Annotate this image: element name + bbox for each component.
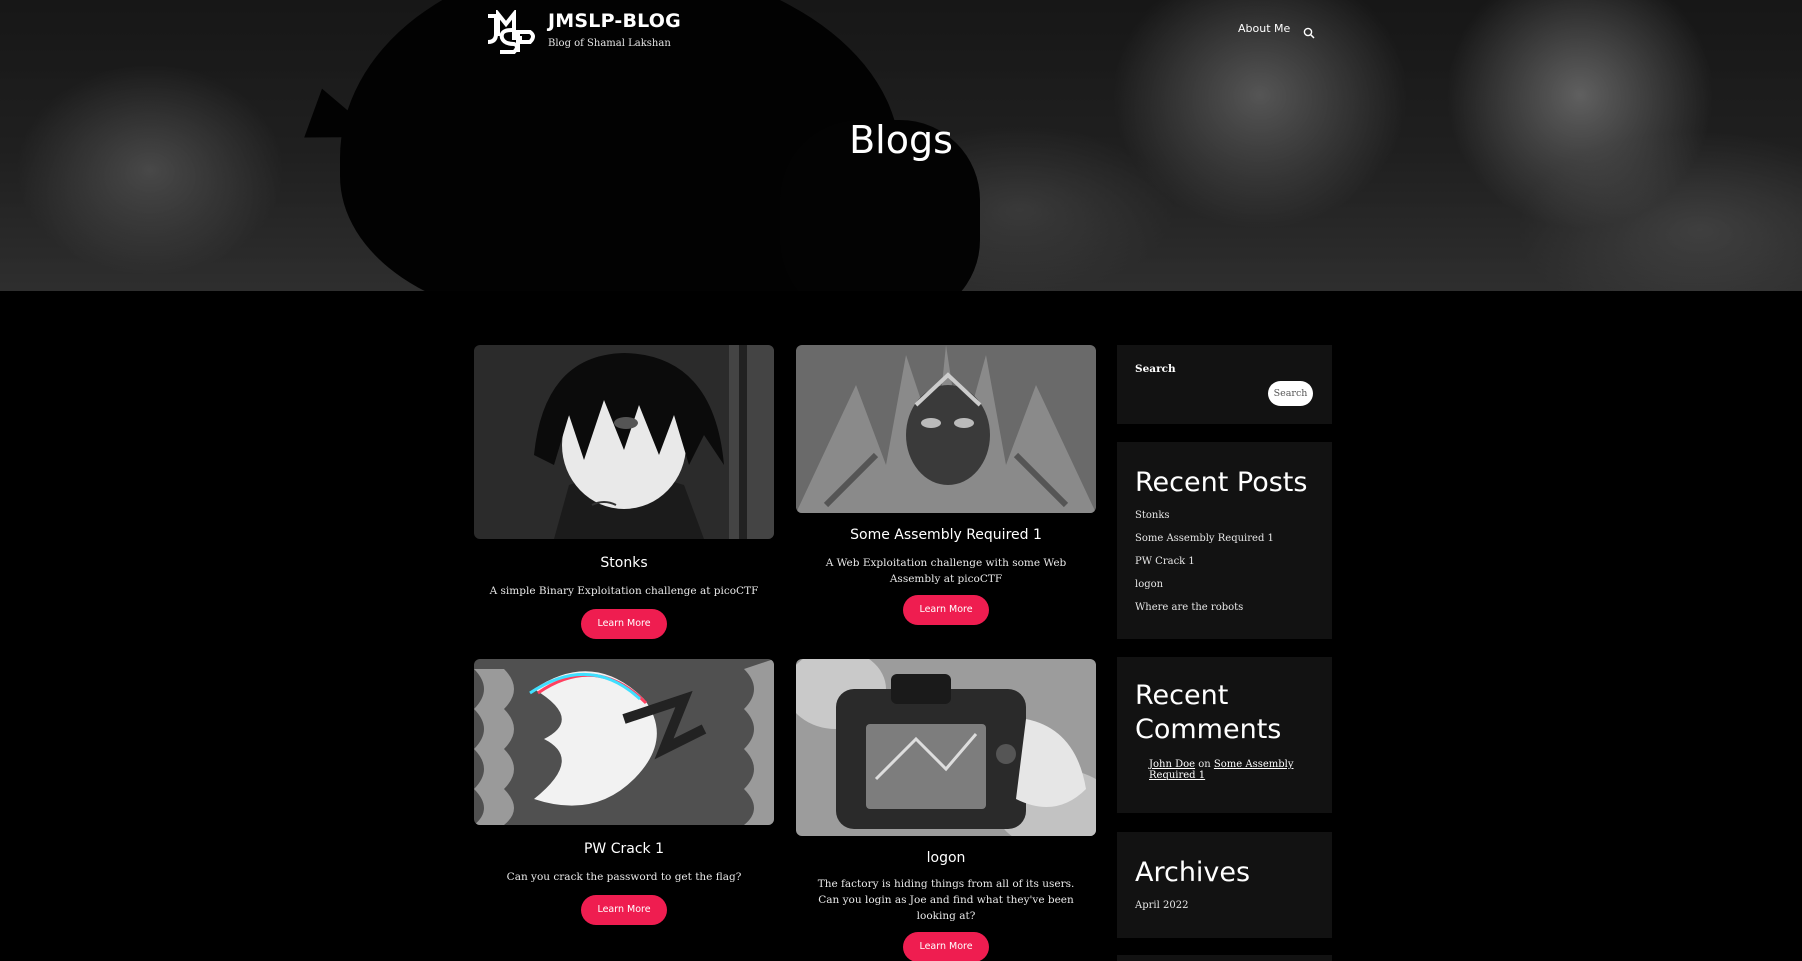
recent-post-link[interactable]: Where are the robots	[1135, 596, 1314, 619]
recent-post-link[interactable]: PW Crack 1	[1135, 550, 1314, 573]
post-description: The factory is hiding things from all of…	[817, 878, 1075, 922]
archives-list: April 2022	[1135, 894, 1314, 917]
comment-author-link[interactable]: John Doe	[1149, 759, 1195, 770]
page-title: Blogs	[849, 118, 953, 162]
recent-posts-list: Stonks Some Assembly Required 1 PW Crack…	[1135, 504, 1314, 619]
recent-posts-widget: Recent Posts Stonks Some Assembly Requir…	[1117, 442, 1332, 639]
site-title[interactable]: JMSLP-BLOG	[548, 10, 681, 32]
post-thumbnail[interactable]	[796, 659, 1096, 836]
post-title[interactable]: Some Assembly Required 1	[796, 527, 1096, 543]
comment-item: John Doe on Some Assembly Required 1	[1135, 759, 1314, 781]
recent-post-link[interactable]: logon	[1135, 573, 1314, 596]
learn-more-button[interactable]: Learn More	[903, 932, 989, 961]
recent-comments-title: Recent Comments	[1135, 680, 1282, 745]
nav-about-me[interactable]: About Me	[1238, 22, 1290, 35]
post-thumbnail[interactable]	[474, 659, 774, 825]
recent-comments-widget: Recent Comments John Doe on Some Assembl…	[1117, 657, 1332, 813]
post-image	[474, 659, 774, 825]
search-widget-title: Search	[1135, 363, 1176, 375]
logo-icon	[487, 8, 535, 54]
recent-post-link[interactable]: Stonks	[1135, 504, 1314, 527]
comment-on-text: on	[1198, 759, 1211, 770]
search-widget: Search Search	[1117, 345, 1332, 424]
archive-link[interactable]: April 2022	[1135, 894, 1314, 917]
learn-more-button[interactable]: Learn More	[581, 609, 667, 639]
archives-title: Archives	[1135, 857, 1251, 888]
post-thumbnail[interactable]	[474, 345, 774, 539]
post-card: Some Assembly Required 1 A Web Exploitat…	[796, 345, 1096, 625]
post-description: A simple Binary Exploitation challenge a…	[489, 585, 759, 597]
post-image	[796, 659, 1096, 836]
recent-post-link[interactable]: Some Assembly Required 1	[1135, 527, 1314, 550]
post-card: Stonks A simple Binary Exploitation chal…	[474, 345, 774, 639]
post-card: PW Crack 1 Can you crack the password to…	[474, 659, 774, 925]
post-title[interactable]: PW Crack 1	[474, 841, 774, 857]
site-logo[interactable]	[484, 8, 536, 54]
next-widget-edge	[1117, 955, 1332, 961]
hero-banner: JMSLP-BLOG Blog of Shamal Lakshan About …	[0, 0, 1802, 291]
post-image	[796, 345, 1096, 513]
post-title[interactable]: Stonks	[474, 555, 774, 571]
post-title[interactable]: logon	[796, 850, 1096, 866]
site-description: Blog of Shamal Lakshan	[548, 38, 671, 49]
post-image	[474, 345, 774, 539]
learn-more-button[interactable]: Learn More	[903, 595, 989, 625]
post-description: A Web Exploitation challenge with some W…	[825, 557, 1067, 585]
search-button[interactable]: Search	[1268, 381, 1313, 406]
archives-widget: Archives April 2022	[1117, 832, 1332, 938]
post-thumbnail[interactable]	[796, 345, 1096, 513]
post-description: Can you crack the password to get the fl…	[506, 871, 742, 883]
search-icon[interactable]	[1303, 24, 1315, 39]
recent-posts-title: Recent Posts	[1135, 467, 1308, 498]
learn-more-button[interactable]: Learn More	[581, 895, 667, 925]
post-card: logon The factory is hiding things from …	[796, 659, 1096, 961]
